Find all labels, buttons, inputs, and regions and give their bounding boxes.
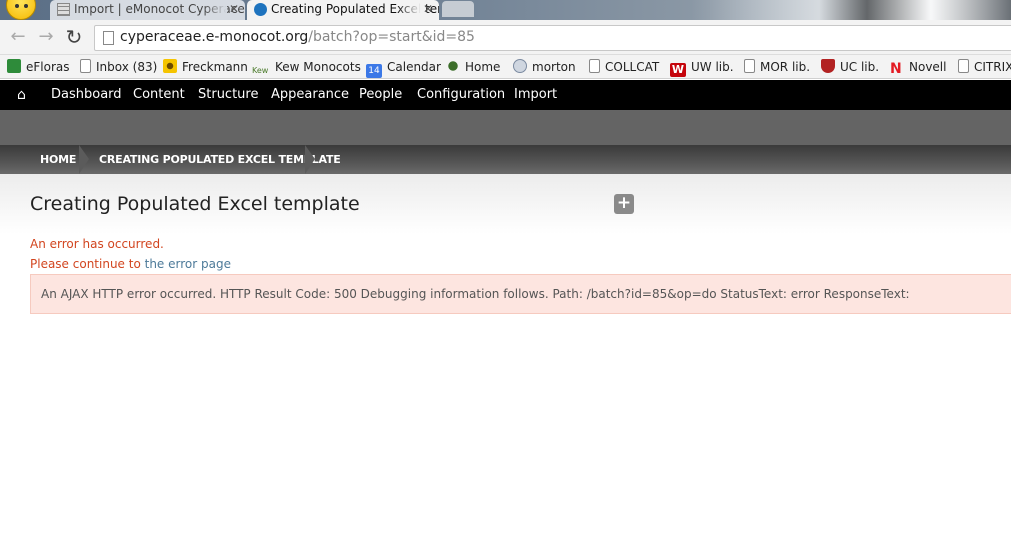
page-icon [80,59,91,73]
bookmark-novell[interactable]: N Novell [890,58,946,76]
url-path: /batch?op=start&id=85 [308,29,475,45]
page-icon [103,31,114,45]
menu-import[interactable]: Import [514,80,557,110]
bookmark-morton[interactable]: morton [513,58,576,76]
menu-content[interactable]: Content [133,80,185,110]
bookmark-label: morton [532,60,576,74]
bookmark-label: Home [465,60,501,74]
back-arrow-icon[interactable]: ← [7,26,29,48]
menu-appearance[interactable]: Appearance [271,80,349,110]
home-icon[interactable]: ⌂ [17,87,33,103]
crest-icon [821,59,835,73]
flower-icon [163,59,177,73]
error-page-link[interactable]: the error page [145,257,231,271]
forward-arrow-icon[interactable]: → [35,26,57,48]
page-icon [744,59,755,73]
page-icon [958,59,969,73]
tab-strip-background [691,0,1011,20]
bookmark-calendar[interactable]: 14 Calendar [366,58,441,78]
ajax-error-text: An AJAX HTTP error occurred. HTTP Result… [41,287,910,301]
bookmark-label: COLLCAT [605,60,660,74]
efloras-icon [7,59,21,73]
profile-avatar[interactable] [6,0,36,20]
add-shortcut-button[interactable]: + [614,194,634,214]
continue-prefix: Please continue to [30,257,145,271]
page-title: Creating Populated Excel template [30,193,360,215]
novell-icon: N [890,61,902,77]
reload-icon[interactable]: ↻ [63,26,85,48]
menu-people[interactable]: People [359,80,402,110]
main-content: Creating Populated Excel template + An e… [0,174,1011,551]
bookmark-label: Kew Monocots [275,60,361,74]
breadcrumb: HOME CREATING POPULATED EXCEL TEMPLATE [0,145,1011,174]
close-icon[interactable]: ✕ [423,0,433,18]
bookmark-efloras[interactable]: eFloras [7,58,70,76]
menu-structure[interactable]: Structure [198,80,258,110]
bookmark-label: UW lib. [691,60,734,74]
bookmarks-bar: eFloras Inbox (83) Freckmann Kew Kew Mono… [0,55,1011,79]
admin-menu-bar: ⌂ Dashboard Content Structure Appearance… [0,80,1011,110]
uw-icon: W [670,63,686,77]
breadcrumb-separator [305,145,317,174]
bookmark-label: MOR lib. [760,60,811,74]
breadcrumb-separator [79,145,91,174]
url-host: cyperaceae.e-monocot.org [120,29,309,45]
drupal-icon [254,3,267,16]
breadcrumb-home[interactable]: HOME [40,145,76,174]
browser-toolbar: ← → ↻ cyperaceae.e-monocot.org/batch?op=… [0,20,1011,55]
bookmark-label: Inbox (83) [96,60,158,74]
calendar-icon: 14 [366,64,382,78]
r-icon [513,59,527,73]
bookmark-home[interactable]: Home [446,58,500,76]
bookmark-kew-monocots[interactable]: Kew Kew Monocots [252,58,361,76]
bookmark-freckmann[interactable]: Freckmann [163,58,248,76]
bookmark-mor-lib[interactable]: MOR lib. [744,58,810,76]
ajax-error-box: An AJAX HTTP error occurred. HTTP Result… [30,274,1011,314]
leaf-icon [446,59,460,73]
bookmark-uw-lib[interactable]: W UW lib. [670,58,734,77]
header-band [0,110,1011,145]
bookmark-label: eFloras [26,60,70,74]
error-message: An error has occurred. [30,237,164,251]
close-icon[interactable]: ✕ [229,0,239,18]
menu-configuration[interactable]: Configuration [417,80,505,110]
tab-creating-template[interactable]: Creating Populated Excel template ✕ [247,0,439,20]
bookmark-label: Freckmann [182,60,248,74]
browser-tab-strip: Import | eMonocot Cyperaceae ✕ Creating … [0,0,1011,20]
new-tab-button[interactable] [442,1,474,17]
tab-import[interactable]: Import | eMonocot Cyperaceae ✕ [50,0,245,20]
page-icon [589,59,600,73]
bookmark-inbox[interactable]: Inbox (83) [80,58,157,76]
bookmark-collcat[interactable]: COLLCAT [589,58,659,76]
bookmark-label: Calendar [387,60,441,74]
bookmark-label: Novell [909,60,947,74]
kew-icon: Kew [252,66,269,75]
url-text[interactable]: cyperaceae.e-monocot.org/batch?op=start&… [120,29,475,45]
menu-dashboard[interactable]: Dashboard [51,80,122,110]
bookmark-uc-lib[interactable]: UC lib. [821,58,879,76]
address-bar[interactable]: cyperaceae.e-monocot.org/batch?op=start&… [94,25,1011,51]
bookmark-citrix[interactable]: CITRIX [958,58,1011,76]
continue-message: Please continue to the error page [30,257,231,271]
bookmark-label: UC lib. [840,60,880,74]
bookmark-label: CITRIX [974,60,1011,74]
grid-icon [57,3,70,16]
